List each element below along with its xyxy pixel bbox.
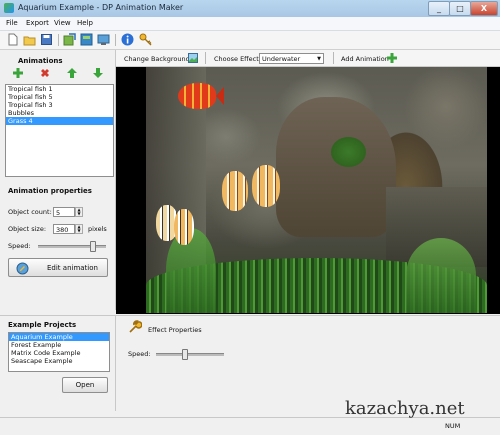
watermark-text: kazachya.net [345,398,465,419]
aquarium-scene [146,67,487,313]
list-item[interactable]: Tropical fish 5 [6,93,113,101]
object-size-unit: pixels [88,225,107,233]
menu-export[interactable]: Export [26,19,49,27]
save-icon[interactable] [40,33,53,46]
info-icon[interactable] [121,33,134,46]
app-icon [4,3,14,13]
chevron-down-icon: ▼ [317,56,321,62]
num-lock-indicator: NUM [445,422,461,430]
choose-effect-label: Choose Effect: [214,55,261,63]
menu-help[interactable]: Help [77,19,93,27]
add-animation-button[interactable]: Add Animation [341,55,389,63]
speed-label: Speed: [8,242,31,250]
move-down-icon[interactable] [93,68,103,78]
change-background-button[interactable]: Change Background [124,55,190,63]
key-icon[interactable] [139,33,152,46]
object-count-input[interactable]: 5 [53,207,75,217]
change-background-icon[interactable] [188,53,198,63]
animation-properties-title: Animation properties [8,187,92,195]
edit-animation-label: Edit animation [47,264,98,272]
header-separator [333,52,334,64]
delete-animation-icon[interactable] [40,68,50,78]
animations-title: Animations [18,57,63,65]
effect-select[interactable]: Underwater ▼ [259,53,324,64]
header-separator [205,52,206,64]
new-file-icon[interactable] [6,33,19,46]
list-item-selected[interactable]: Grass 4 [6,117,113,125]
list-item[interactable]: Forest Example [9,341,109,349]
driftwood-trunk [276,97,396,237]
toolbar-separator [58,34,59,46]
object-size-input[interactable]: 380 [53,224,75,234]
wrench-icon [129,320,142,333]
list-item[interactable]: Matrix Code Example [9,349,109,357]
app-window: Aquarium Example - DP Animation Maker _ … [0,0,500,435]
maximize-button[interactable]: □ [449,1,471,16]
menu-file[interactable]: File [6,19,18,27]
toolbar [0,31,500,50]
add-animation-icon[interactable] [13,68,23,78]
list-item[interactable]: Bubbles [6,109,113,117]
object-count-stepper[interactable]: ▲ ▼ [75,207,83,217]
edit-animation-button[interactable]: Edit animation [8,258,108,277]
open-project-button[interactable]: Open [62,377,108,393]
orange-tropical-fish [252,165,280,207]
preview-header: Change Background Choose Effect: Underwa… [116,50,500,67]
green-plant-top [331,137,366,167]
open-folder-icon[interactable] [23,33,36,46]
effect-speed-label: Speed: [128,350,151,358]
export-icon[interactable] [63,33,76,46]
toolbar-separator [115,34,116,46]
close-button[interactable]: X [470,1,498,16]
animations-list[interactable]: Tropical fish 1 Tropical fish 5 Tropical… [5,84,114,177]
list-item[interactable]: Tropical fish 3 [6,101,113,109]
preview-area [116,67,500,314]
list-item[interactable]: Tropical fish 1 [6,85,113,93]
list-item[interactable]: Seascape Example [9,357,109,365]
list-item-selected[interactable]: Aquarium Example [9,333,109,341]
menu-view[interactable]: View [54,19,71,27]
example-projects-list[interactable]: Aquarium Example Forest Example Matrix C… [8,332,110,372]
add-animation-plus-icon[interactable] [387,53,397,63]
export-screensaver-icon[interactable] [97,33,110,46]
effect-select-value: Underwater [262,55,301,63]
speed-slider-thumb[interactable] [90,241,97,252]
move-up-icon[interactable] [67,68,77,78]
status-bar: NUM [0,417,500,435]
title-bar: Aquarium Example - DP Animation Maker _ … [0,0,500,18]
effect-speed-slider-thumb[interactable] [181,349,188,360]
effect-speed-slider-track[interactable] [156,353,224,356]
edit-animation-icon [16,262,29,275]
export-html-icon[interactable] [80,33,93,46]
window-title: Aquarium Example - DP Animation Maker [18,3,184,12]
effect-properties-panel: Effect Properties Speed: [116,315,500,411]
example-projects-title: Example Projects [8,321,77,329]
object-size-label: Object size: [8,225,47,233]
minimize-button[interactable]: _ [428,1,450,16]
red-fish-tail [216,87,224,105]
plant-cluster [406,238,476,313]
object-size-stepper[interactable]: ▲ ▼ [75,224,83,234]
effect-properties-title: Effect Properties [148,326,202,334]
object-count-label: Object count: [8,208,52,216]
red-tropical-fish [178,83,216,109]
orange-tropical-fish [222,171,248,211]
angel-fish [174,209,194,245]
menu-bar: File Export View Help [0,17,500,31]
